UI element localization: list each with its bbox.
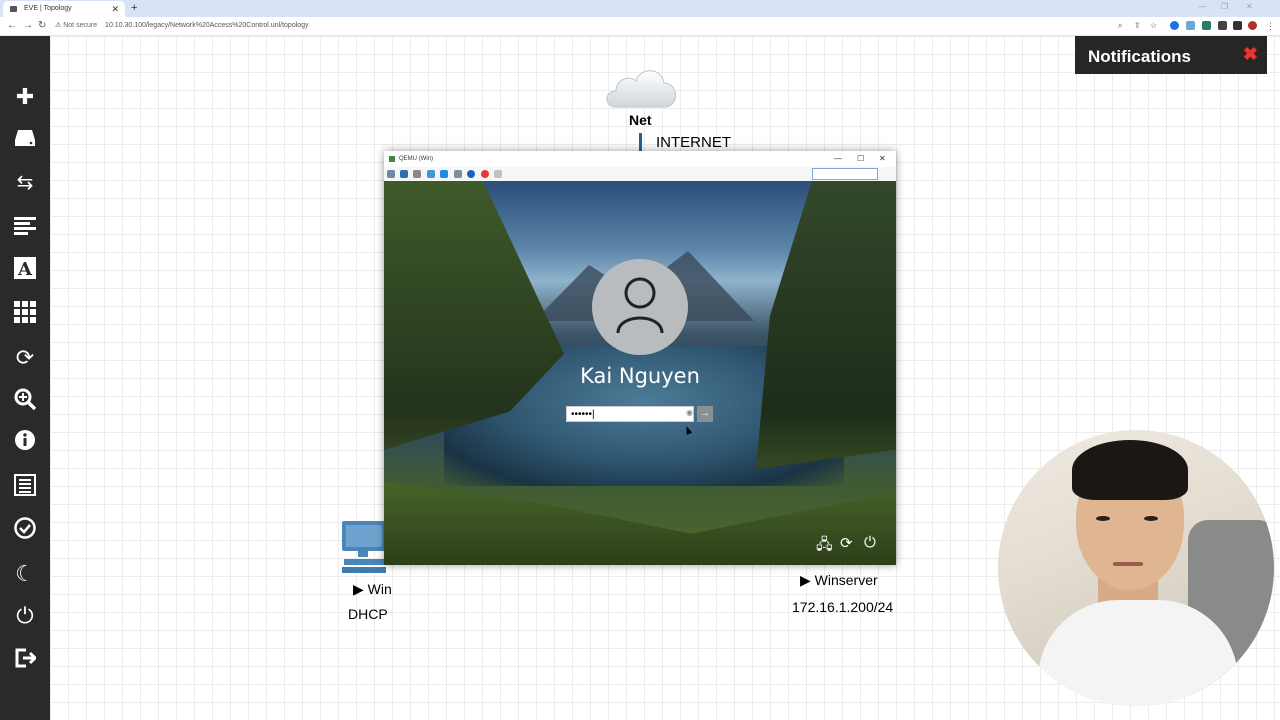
cloud-node-label: Net xyxy=(629,112,652,128)
view-icon[interactable] xyxy=(387,170,395,178)
sidebar-toggle-icon[interactable] xyxy=(1233,21,1242,30)
password-field[interactable]: ••••••| xyxy=(566,406,694,422)
winserver-node-name: Winserver xyxy=(814,572,878,588)
grid-icon[interactable] xyxy=(11,301,39,329)
win-node-subtitle: DHCP xyxy=(348,606,388,622)
qemu-search-input[interactable] xyxy=(812,168,878,180)
forward-icon[interactable]: → xyxy=(23,19,33,33)
tab-close-icon[interactable]: ✕ xyxy=(111,1,119,17)
window-close-icon[interactable]: ✕ xyxy=(1246,0,1253,14)
back-icon[interactable]: ← xyxy=(7,19,17,33)
more-menu-icon[interactable]: ⋮ xyxy=(1266,19,1275,33)
search-icon[interactable]: ⌕ xyxy=(1118,19,1122,33)
webcam-overlay xyxy=(998,430,1274,706)
refresh-icon[interactable] xyxy=(427,170,435,178)
extension-green-icon[interactable] xyxy=(1202,21,1211,30)
url-text: 10.10.30.100/legacy/Network%20Access%20C… xyxy=(105,22,309,29)
qemu-minimize-icon[interactable]: — xyxy=(834,151,842,167)
extension-blue-icon[interactable] xyxy=(1170,21,1179,30)
drive-icon[interactable] xyxy=(11,127,39,155)
moon-icon[interactable]: ☾ xyxy=(11,560,39,588)
cloud-icon[interactable] xyxy=(602,63,682,111)
tab-title: EVE | Topology xyxy=(24,5,72,12)
notifications-title: Notifications xyxy=(1088,47,1191,66)
accessibility-icon[interactable]: ⟳ xyxy=(840,534,853,552)
winserver-node-ip: 172.16.1.200/24 xyxy=(792,599,894,615)
upload-icon[interactable] xyxy=(494,170,502,178)
new-tab-button[interactable]: + xyxy=(131,0,137,16)
extensions-puzzle-icon[interactable] xyxy=(1218,21,1227,30)
internet-link[interactable] xyxy=(639,133,642,151)
qemu-close-icon[interactable]: ✕ xyxy=(879,151,886,167)
qemu-console-window: QEMU (Win) — ☐ ✕ Kai Nguyen ••••••| ◉ → … xyxy=(384,151,896,565)
reveal-password-icon[interactable]: ◉ xyxy=(686,408,693,417)
text-icon[interactable]: A xyxy=(11,257,39,285)
align-left-icon[interactable] xyxy=(11,214,39,242)
settings-gear-icon[interactable] xyxy=(413,170,421,178)
login-username: Kai Nguyen xyxy=(580,364,700,388)
zoom-icon[interactable] xyxy=(11,388,39,416)
logout-icon[interactable] xyxy=(11,647,39,675)
network-icon[interactable]: 🖧 xyxy=(816,534,833,559)
maximize-icon[interactable]: ❐ xyxy=(1221,0,1228,14)
info-icon[interactable] xyxy=(467,170,475,178)
check-circle-icon[interactable] xyxy=(11,517,39,545)
presenter-eye-right xyxy=(1144,516,1158,521)
not-secure-label: Not secure xyxy=(63,22,98,29)
browser-tab-bar: EVE | Topology ✕ + — ❐ ✕ xyxy=(0,0,1280,17)
bookmark-star-icon[interactable]: ☆ xyxy=(1150,19,1157,33)
extension-icon[interactable] xyxy=(1186,21,1195,30)
presenter-eye-left xyxy=(1096,516,1110,521)
notifications-panel: Notifications ✖ xyxy=(1075,36,1267,74)
power-icon[interactable]: ⏻ xyxy=(864,534,876,551)
info-icon[interactable] xyxy=(11,429,39,457)
qemu-toolbar xyxy=(384,167,896,182)
disconnect-icon[interactable] xyxy=(481,170,489,178)
qemu-maximize-icon[interactable]: ☐ xyxy=(857,151,864,167)
windows-key-icon[interactable] xyxy=(440,170,448,178)
list-icon[interactable] xyxy=(11,474,39,502)
win-node-pc-icon[interactable] xyxy=(340,519,386,576)
win-node-label[interactable]: ▶ Win xyxy=(353,581,392,598)
link-label: INTERNET xyxy=(656,134,731,151)
swap-icon[interactable]: ⇆ xyxy=(11,169,39,197)
reload-icon[interactable]: ↻ xyxy=(38,19,46,33)
browser-toolbar: ← → ↻ ⚠ Not secure 10.10.30.100/legacy/N… xyxy=(0,17,1280,36)
qemu-title: QEMU (Win) xyxy=(399,156,433,162)
refresh-icon[interactable]: ⟳ xyxy=(11,344,39,372)
svg-text:A: A xyxy=(17,259,33,279)
windows-login-screen[interactable]: Kai Nguyen ••••••| ◉ → 🖧 ⟳ ⏻ xyxy=(384,181,896,565)
fullscreen-icon[interactable] xyxy=(400,170,408,178)
plus-icon[interactable]: ✚ xyxy=(11,83,39,111)
clipboard-icon[interactable] xyxy=(454,170,462,178)
profile-avatar-icon[interactable] xyxy=(1248,21,1257,30)
eve-favicon-icon xyxy=(10,6,17,12)
user-avatar-icon xyxy=(592,259,688,355)
qemu-app-icon xyxy=(389,156,395,162)
winserver-node-label[interactable]: ▶ Winserver xyxy=(800,572,878,589)
power-icon[interactable]: ⏻ xyxy=(11,602,39,630)
win-node-name: Win xyxy=(367,581,392,597)
eve-sidebar: ✚ ⇆ A ⟳ ☾ ⏻ xyxy=(0,36,50,720)
share-icon[interactable]: ⇪ xyxy=(1134,19,1141,33)
browser-tab[interactable]: EVE | Topology ✕ xyxy=(3,1,125,17)
notifications-close-icon[interactable]: ✖ xyxy=(1243,44,1258,65)
qemu-title-bar[interactable]: QEMU (Win) — ☐ ✕ xyxy=(384,151,896,167)
presenter-hair xyxy=(1072,440,1188,500)
minimize-icon[interactable]: — xyxy=(1198,0,1206,14)
warning-icon: ⚠ xyxy=(55,22,62,29)
address-bar[interactable]: ⚠ Not secure 10.10.30.100/legacy/Network… xyxy=(55,19,1115,33)
presenter-mouth xyxy=(1113,562,1143,566)
submit-arrow-button[interactable]: → xyxy=(697,406,713,422)
